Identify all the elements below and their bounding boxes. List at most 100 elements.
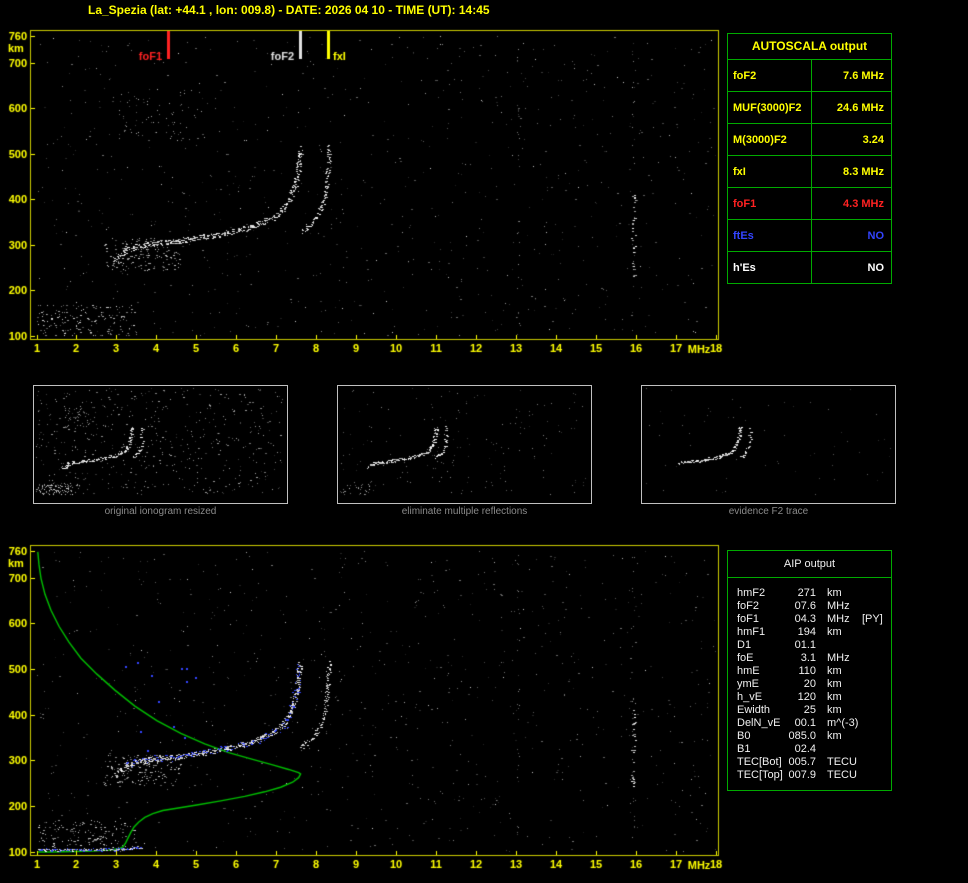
param-unit: m^(-3) [827,717,859,729]
aip-row-tectop: TEC[Top] 007.9 TECU [728,769,891,782]
param-name: foE [737,652,754,664]
param-value: 01.1 [794,639,816,651]
param-unit: km [827,678,842,690]
param-extra [860,704,891,717]
param-label: MUF(3000)F2 [728,92,812,123]
param-value: 3.24 [862,133,884,146]
param-unit: TECU [827,769,857,781]
param-name: DelN_vE [737,717,781,729]
param-name: TEC[Bot] [737,756,782,768]
param-value: 25 [803,704,816,716]
param-unit: km [827,626,842,638]
aip-row-hmf2: hmF2 271 km [728,587,891,600]
aip-row-fof2: foF2 07.6 MHz [728,600,891,613]
aip-row-ewidth: Ewidth 25 km [728,704,891,717]
param-name: foF1 [737,613,760,625]
param-name: h_vE [737,691,763,703]
param-extra [860,691,891,704]
aip-output-panel: AIP output hmF2 271 km foF2 07.6 MHz foF1 04.… [727,550,892,791]
param-extra [860,639,891,652]
aip-row-delnve: DelN_vE 00.1 m^(-3) [728,717,891,730]
thumbnail-caption-cleaned: eliminate multiple reflections [401,506,528,517]
param-unit: km [827,691,842,703]
thumbnail-caption-f2trace: evidence F2 trace [728,506,809,517]
aip-row-fof1: foF1 04.3 MHz [PY] [728,613,891,626]
param-value: 24.6 MHz [836,101,884,114]
param-value: 007.9 [788,769,816,781]
aip-row-foe: foE 3.1 MHz [728,652,891,665]
param-name: hmF1 [737,626,766,638]
param-extra [860,587,891,600]
thumbnail-original-ionogram [33,385,288,504]
thumbnail-f2-trace [641,385,896,504]
ionogram-scatter-plot [0,22,725,370]
param-label: foF2 [728,60,812,91]
param-value: 271 [797,587,816,599]
autoscala-row-muf3000f2: MUF(3000)F2 24.6 MHz [728,92,891,124]
param-extra [860,769,891,782]
param-label: h'Es [728,252,812,283]
param-label: foF1 [728,188,812,219]
autoscala-row-fof1: foF1 4.3 MHz [728,188,891,220]
param-value: NO [867,229,885,242]
param-extra [860,626,891,639]
param-unit: km [827,704,842,716]
param-unit: km [827,587,842,599]
param-label: ftEs [728,220,812,251]
param-extra [860,600,891,613]
param-extra [860,717,891,730]
param-value: 8.3 MHz [843,165,884,178]
thumbnail-cleaned-canvas [338,386,591,498]
param-value: 110 [798,665,816,677]
param-value: 3.1 [800,652,816,664]
autoscala-row-m3000f2: M(3000)F2 3.24 [728,124,891,156]
param-extra [860,652,891,665]
aip-row-d1: D1 01.1 [728,639,891,652]
autoscala-row-fof2: foF2 7.6 MHz [728,60,891,92]
param-unit: MHz [827,613,850,625]
param-name: TEC[Top] [737,769,783,781]
param-unit: km [827,665,842,677]
param-value: 20 [803,678,816,690]
param-unit: TECU [827,756,857,768]
aip-row-b1: B1 02.4 [728,743,891,756]
param-name: hmF2 [737,587,766,599]
param-extra [860,665,891,678]
param-unit: MHz [827,600,850,612]
param-value: 07.6 [794,600,816,612]
param-extra [860,678,891,691]
autoscala-output-panel: AUTOSCALA output foF2 7.6 MHz MUF(3000)F2… [727,33,892,284]
param-value: 04.3 [794,613,816,625]
param-name: hmE [737,665,760,677]
thumbnail-caption-original: original ionogram resized [104,506,217,517]
param-label: M(3000)F2 [728,124,812,155]
autoscala-row-hes: h'Es NO [728,252,891,283]
aip-row-yme: ymE 20 km [728,678,891,691]
param-value: 4.3 MHz [843,197,884,210]
param-extra: [PY] [862,613,883,625]
param-value: 085.0 [788,730,816,742]
param-name: B0 [737,730,751,742]
autoscala-row-ftes: ftEs NO [728,220,891,252]
thumbnail-cleaned-ionogram [337,385,592,504]
param-value: NO [867,261,885,274]
param-name: B1 [737,743,751,755]
param-value: 005.7 [788,756,816,768]
param-value: 02.4 [794,743,816,755]
aip-row-hme: hmE 110 km [728,665,891,678]
aip-header: AIP output [728,551,891,578]
station-title: La_Spezia (lat: +44.1 , lon: 009.8) - DA… [88,3,490,17]
param-unit: MHz [827,652,850,664]
param-unit: km [827,730,842,742]
autoscala-row-fxi: fxI 8.3 MHz [728,156,891,188]
param-value: 7.6 MHz [843,69,884,82]
param-name: ymE [737,678,759,690]
aip-row-hmf1: hmF1 194 km [728,626,891,639]
param-unit [816,639,860,652]
param-value: 00.1 [794,717,816,729]
param-extra [860,743,891,756]
param-label: fxI [728,156,812,187]
profile-ionogram-plot [0,540,725,883]
param-value: 120 [797,691,816,703]
param-name: D1 [737,639,752,651]
